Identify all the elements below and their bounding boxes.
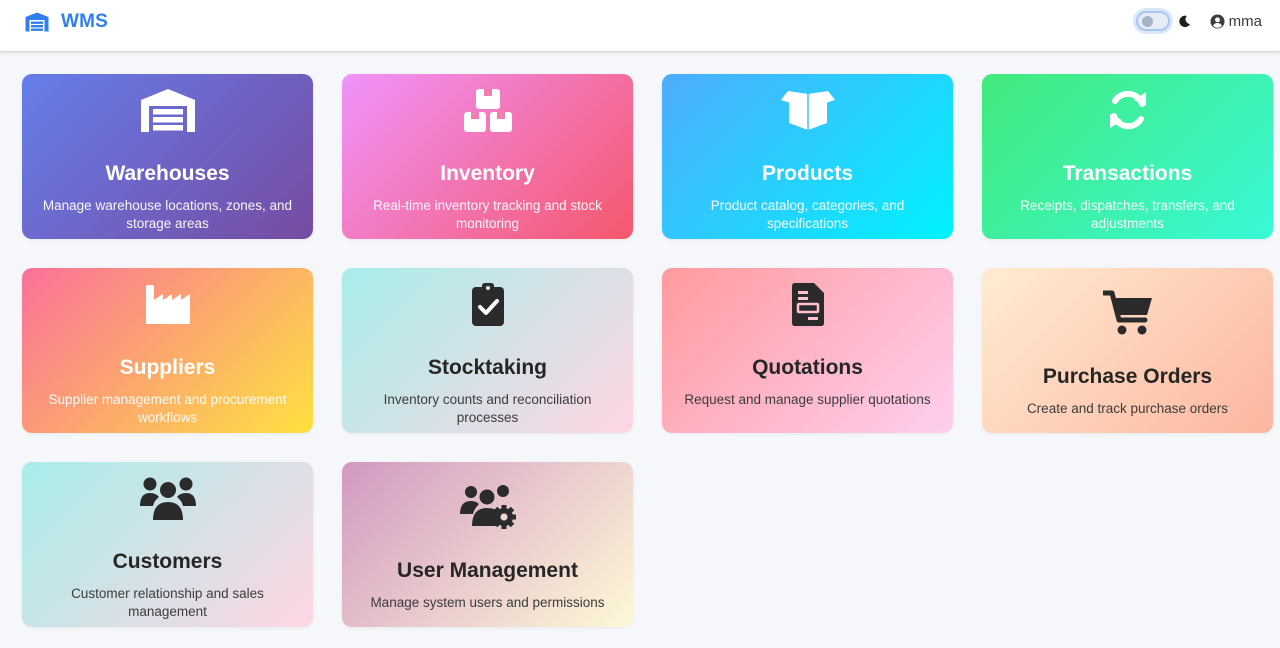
module-description: Manage system users and permissions <box>370 595 605 610</box>
module-title: Purchase Orders <box>1042 365 1213 388</box>
module-card-products[interactable]: Products Product catalog, categories, an… <box>662 74 953 239</box>
module-description: Create and track purchase orders <box>1026 401 1229 416</box>
module-card-stocktaking[interactable]: Stocktaking Inventory counts and reconci… <box>342 268 633 433</box>
module-card-customers[interactable]: Customers Customer relationship and sale… <box>22 462 313 627</box>
theme-toggle[interactable] <box>1135 11 1170 31</box>
clipboard-check-icon <box>342 282 633 327</box>
brand-name: WMS <box>61 11 109 32</box>
module-description: Receipts, dispatches, transfers, and adj… <box>1020 198 1235 231</box>
module-title: Warehouses <box>105 162 230 185</box>
module-card-transactions[interactable]: Transactions Receipts, dispatches, trans… <box>982 74 1273 239</box>
users-cog-icon <box>342 484 633 530</box>
module-description: Inventory counts and reconciliation proc… <box>383 392 592 425</box>
module-description: Request and manage supplier quotations <box>684 392 931 407</box>
user-menu[interactable]: mma <box>1210 13 1262 30</box>
module-title: Inventory <box>440 162 535 185</box>
industry-icon <box>22 284 313 324</box>
module-card-inventory[interactable]: Inventory Real-time inventory tracking a… <box>342 74 633 239</box>
warehouse-icon <box>25 12 49 32</box>
module-card-purchase-orders[interactable]: Purchase Orders Create and track purchas… <box>982 268 1273 433</box>
moon-icon <box>1178 15 1190 27</box>
file-invoice-icon <box>662 282 953 327</box>
module-title: Stocktaking <box>427 356 548 379</box>
users-icon <box>22 476 313 522</box>
box-open-icon <box>662 90 953 130</box>
module-card-user-management[interactable]: User Management Manage system users and … <box>342 462 633 627</box>
module-description: Manage warehouse locations, zones, and s… <box>42 198 293 231</box>
module-description: Real-time inventory tracking and stock m… <box>373 198 602 231</box>
module-title: Quotations <box>752 356 863 379</box>
toggle-knob <box>1141 16 1153 27</box>
user-name: mma <box>1228 12 1262 30</box>
module-title: Suppliers <box>119 356 216 379</box>
sync-icon <box>982 88 1273 132</box>
module-title: Customers <box>112 550 223 573</box>
module-card-warehouses[interactable]: Warehouses Manage warehouse locations, z… <box>22 74 313 239</box>
module-description: Customer relationship and sales manageme… <box>71 586 264 619</box>
module-title: Transactions <box>1062 162 1193 185</box>
module-card-suppliers[interactable]: Suppliers Supplier management and procur… <box>22 268 313 433</box>
module-description: Supplier management and procurement work… <box>48 392 287 425</box>
boxes-icon <box>342 88 633 133</box>
module-card-quotations[interactable]: Quotations Request and manage supplier q… <box>662 268 953 433</box>
navbar: WMS mma <box>0 0 1280 52</box>
user-circle-icon <box>1210 13 1225 29</box>
module-title: Products <box>761 162 853 185</box>
module-title: User Management <box>397 559 578 582</box>
module-description: Product catalog, categories, and specifi… <box>710 198 905 231</box>
brand-link[interactable]: WMS <box>25 9 108 35</box>
shopping-cart-icon <box>982 290 1273 336</box>
warehouse-icon <box>22 88 313 133</box>
